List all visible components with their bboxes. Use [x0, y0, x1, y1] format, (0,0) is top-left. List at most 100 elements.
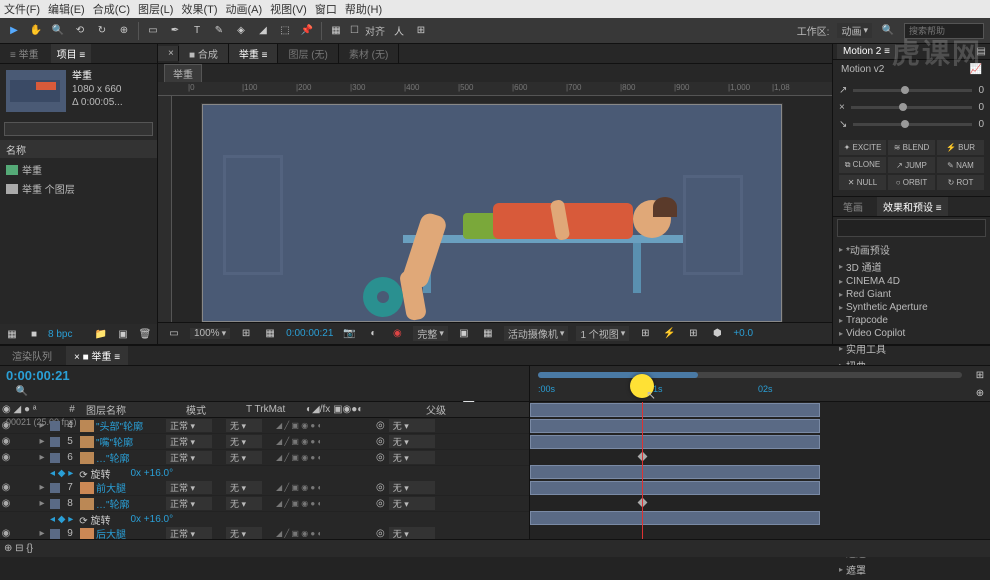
- visibility-toggle[interactable]: ◉: [0, 452, 12, 463]
- blend-mode[interactable]: 正常 ▾: [166, 497, 212, 510]
- fx-search[interactable]: [837, 219, 986, 237]
- label-color[interactable]: [50, 453, 60, 463]
- menu-effect[interactable]: 效果(T): [181, 1, 217, 17]
- blend-mode[interactable]: 正常 ▾: [166, 419, 212, 432]
- layer-row[interactable]: ◉ ▸4"头部"轮廓正常 ▾无 ▾◢ ╱ ▣ ◉ ● ◐◎无 ▾: [0, 418, 529, 434]
- expand-arrow[interactable]: ▸: [36, 420, 48, 431]
- camera-dropdown[interactable]: 活动摄像机 ▾: [504, 326, 569, 341]
- btn-blend[interactable]: ≋ BLEND: [888, 140, 935, 155]
- col-trkmat[interactable]: T TrkMat: [244, 404, 304, 415]
- parent-pickwhip[interactable]: ◎: [376, 420, 385, 431]
- visibility-toggle[interactable]: ◉: [0, 528, 12, 539]
- playhead-line[interactable]: [642, 402, 643, 539]
- pixel-icon[interactable]: ⊞: [637, 326, 653, 342]
- workspace-dropdown[interactable]: 动画 ▾: [837, 23, 872, 38]
- visibility-toggle[interactable]: ◉: [0, 482, 12, 493]
- visibility-toggle[interactable]: ◉: [0, 498, 12, 509]
- layer-switches[interactable]: ◢ ╱ ▣ ◉ ● ◐: [276, 529, 376, 538]
- tl-zoom-icon[interactable]: ⊕: [972, 386, 988, 402]
- parent-pickwhip[interactable]: ◎: [376, 452, 385, 463]
- parent-pickwhip[interactable]: ◎: [376, 498, 385, 509]
- expand-arrow[interactable]: ▸: [36, 498, 48, 509]
- orbit-tool[interactable]: ⟲: [72, 23, 88, 39]
- bpc-icon[interactable]: ■: [26, 326, 42, 342]
- fx-item[interactable]: CINEMA 4D: [835, 275, 988, 288]
- resolution-dropdown[interactable]: 完整 ▾: [413, 326, 448, 341]
- label-color[interactable]: [50, 529, 60, 539]
- interpret-icon[interactable]: ▦: [4, 326, 20, 342]
- mask-vis-icon[interactable]: ◉: [389, 326, 405, 342]
- layer-row[interactable]: ◉ ▸5"嘴"轮廓正常 ▾无 ▾◢ ╱ ▣ ◉ ● ◐◎无 ▾: [0, 434, 529, 450]
- clone-tool[interactable]: ◈: [233, 23, 249, 39]
- grid-icon[interactable]: ▦: [262, 326, 278, 342]
- channel-icon[interactable]: ◐: [365, 326, 381, 342]
- label-color[interactable]: [50, 483, 60, 493]
- project-tab-2[interactable]: 项目 ≡: [51, 44, 92, 63]
- fx-item[interactable]: Video Copilot: [835, 327, 988, 340]
- slider-2[interactable]: [851, 106, 973, 109]
- expand-arrow[interactable]: ▸: [36, 482, 48, 493]
- preview-tab-comp[interactable]: ■ 合成: [179, 44, 229, 63]
- preview-close[interactable]: ×: [158, 46, 179, 61]
- snap-opts[interactable]: 人: [391, 23, 407, 39]
- puppet-tool[interactable]: 📌: [299, 23, 315, 39]
- layer-row[interactable]: ◉ ▸6…"轮廓正常 ▾无 ▾◢ ╱ ▣ ◉ ● ◐◎无 ▾: [0, 450, 529, 466]
- layer-row[interactable]: ◉ ▸7前大腿正常 ▾无 ▾◢ ╱ ▣ ◉ ● ◐◎无 ▾: [0, 480, 529, 496]
- btn-null[interactable]: ✕ NULL: [839, 175, 886, 190]
- tl-tab-comp[interactable]: × ■ 举重 ≡: [66, 346, 128, 365]
- project-item-folder[interactable]: 举重 个图层: [2, 179, 155, 198]
- fx-item[interactable]: Red Giant: [835, 288, 988, 301]
- property-value[interactable]: 0x +16.0°: [130, 468, 173, 479]
- mesh-icon[interactable]: ▦: [328, 23, 344, 39]
- tl-comp-marker-icon[interactable]: ⊞: [972, 368, 988, 384]
- fx-item[interactable]: 遮罩: [835, 561, 988, 578]
- selection-tool[interactable]: ▶: [6, 23, 22, 39]
- layer-name[interactable]: "嘴"轮廓: [96, 434, 166, 449]
- zoom-dropdown[interactable]: 100% ▾: [190, 328, 230, 339]
- layer-switches[interactable]: ◢ ╱ ▣ ◉ ● ◐: [276, 421, 376, 430]
- preview-subtab[interactable]: 举重: [164, 64, 202, 83]
- layer-switches[interactable]: ◢ ╱ ▣ ◉ ● ◐: [276, 453, 376, 462]
- fast-icon[interactable]: ⚡: [661, 326, 677, 342]
- roi-icon[interactable]: ▣: [456, 326, 472, 342]
- btn-orbit[interactable]: ○ ORBIT: [888, 175, 935, 190]
- layer-switches[interactable]: ◢ ╱ ▣ ◉ ● ◐: [276, 437, 376, 446]
- layer-row[interactable]: ◉ ▸9后大腿正常 ▾无 ▾◢ ╱ ▣ ◉ ● ◐◎无 ▾: [0, 526, 529, 539]
- preview-tab-layer[interactable]: 图层 (无): [278, 44, 338, 63]
- delete-icon[interactable]: 🗑: [137, 326, 153, 342]
- snap-opts2[interactable]: ⊞: [413, 23, 429, 39]
- blend-mode[interactable]: 正常 ▾: [166, 435, 212, 448]
- roto-tool[interactable]: ⬚: [277, 23, 293, 39]
- preview-tab-fx[interactable]: 素材 (无): [339, 44, 399, 63]
- expand-arrow[interactable]: ▸: [36, 528, 48, 539]
- project-tab-1[interactable]: ≡ 举重: [4, 44, 45, 63]
- visibility-toggle[interactable]: ◉: [0, 420, 12, 431]
- new-folder-icon[interactable]: 📁: [93, 326, 109, 342]
- new-comp-icon[interactable]: ▣: [115, 326, 131, 342]
- timeline-icon[interactable]: ⊞: [685, 326, 701, 342]
- layer-name[interactable]: …"轮廓: [96, 450, 166, 465]
- exposure-val[interactable]: +0.0: [733, 328, 753, 339]
- 3d-icon[interactable]: ⬢: [709, 326, 725, 342]
- menu-help[interactable]: 帮助(H): [345, 1, 382, 17]
- expand-arrow[interactable]: ▸: [36, 436, 48, 447]
- motion-tab[interactable]: Motion 2 ≡: [837, 44, 896, 59]
- text-tool[interactable]: T: [189, 23, 205, 39]
- parent-dropdown[interactable]: 无 ▾: [389, 481, 435, 494]
- project-item-comp[interactable]: 举重: [2, 160, 155, 179]
- parent-pickwhip[interactable]: ◎: [376, 482, 385, 493]
- mag-icon[interactable]: ▭: [166, 326, 182, 342]
- track-matte[interactable]: 无 ▾: [226, 527, 262, 539]
- menu-window[interactable]: 窗口: [315, 1, 337, 17]
- eraser-tool[interactable]: ◢: [255, 23, 271, 39]
- track-matte[interactable]: 无 ▾: [226, 481, 262, 494]
- anchor-tool[interactable]: ⊕: [116, 23, 132, 39]
- label-color[interactable]: [50, 437, 60, 447]
- layer-name[interactable]: 后大腿: [96, 526, 166, 539]
- label-color[interactable]: [50, 499, 60, 509]
- col-parent[interactable]: 父级: [424, 402, 504, 417]
- viewport[interactable]: [172, 96, 832, 322]
- btn-clone[interactable]: ⧉ CLONE: [839, 157, 886, 173]
- label-color[interactable]: [50, 421, 60, 431]
- slider-1[interactable]: [853, 89, 972, 92]
